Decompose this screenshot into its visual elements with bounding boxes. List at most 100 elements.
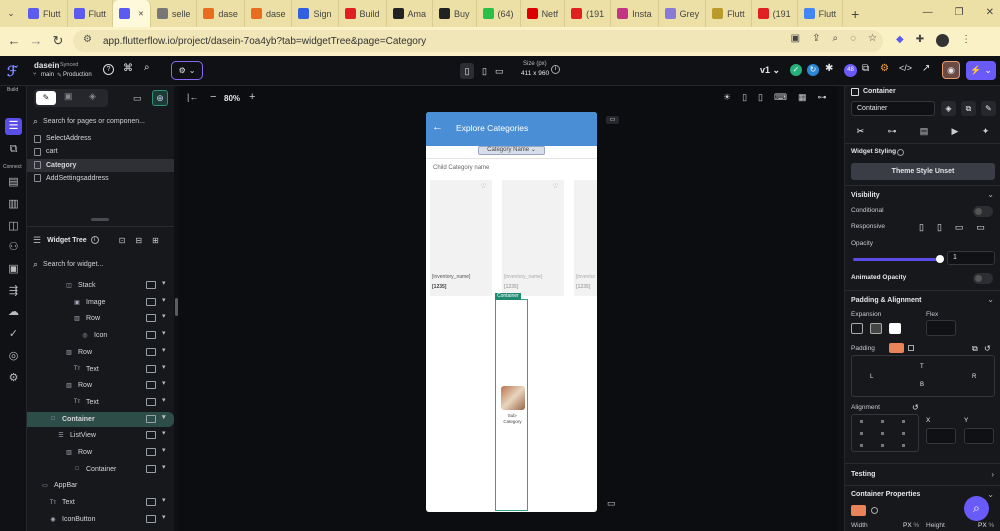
zoom-icon[interactable]: ⌕ (832, 33, 838, 44)
command-icon[interactable]: ⌘ (123, 63, 133, 74)
page-item[interactable]: SelectAddress (27, 132, 174, 145)
close-window-icon[interactable]: ✕ (986, 7, 994, 18)
media-nav-icon[interactable]: ▣ (5, 261, 22, 278)
tree-item-chevron-icon[interactable]: ▾ (162, 396, 166, 404)
wrap-widget-icon[interactable] (146, 514, 156, 523)
container-properties-section[interactable]: Container Properties (851, 491, 920, 498)
add-page-icon[interactable]: ⊕ (152, 90, 168, 106)
tree-item-chevron-icon[interactable]: ▾ (162, 329, 166, 337)
layers-mode-icon[interactable]: ▣ (64, 91, 73, 102)
height-unit[interactable]: PX % (978, 522, 994, 529)
opacity-input[interactable]: 1 (947, 251, 995, 265)
container-mode-button[interactable] (851, 505, 866, 516)
new-folder-icon[interactable]: ▭ (133, 93, 142, 104)
tree-item-chevron-icon[interactable]: ▾ (162, 496, 166, 504)
app-state-nav-icon[interactable]: ◫ (5, 218, 22, 235)
tree-item[interactable]: □ Container ▾ (27, 411, 174, 427)
expansion-flexible-icon[interactable] (870, 323, 882, 334)
open-external-icon[interactable]: ↗ (922, 63, 930, 74)
logic-nav-icon[interactable]: ⇶ (5, 283, 22, 300)
zoom-out-icon[interactable]: − (210, 91, 216, 103)
canvas-bottom-icon[interactable]: ▭ (607, 498, 616, 509)
device-frame-icon[interactable]: ▯ (742, 92, 747, 103)
browser-tab[interactable]: Build (339, 0, 387, 27)
size-info-icon[interactable]: i (551, 65, 560, 74)
desktop-device-icon[interactable]: ▭ (495, 66, 504, 77)
backend-tab-icon[interactable]: ▤ (920, 126, 929, 137)
padding-left-label[interactable]: L (870, 374, 873, 380)
tree-item[interactable]: ▥ Row ▾ (27, 345, 174, 360)
page-search[interactable]: ⌕ Search for pages or componen... (27, 113, 174, 129)
browser-tab[interactable]: (64) (477, 0, 521, 27)
new-tab-button[interactable]: + (843, 6, 867, 22)
inventory-card[interactable]: ♡ [inventory_name] [1235] (502, 180, 564, 296)
tests-nav-icon[interactable]: ✓ (5, 326, 22, 343)
database-nav-icon[interactable]: ▤ (5, 174, 22, 191)
browser-tab[interactable]: Buy (433, 0, 477, 27)
page-search-input[interactable]: Search for pages or componen... (43, 118, 145, 125)
users-badge[interactable]: 48 (844, 64, 857, 77)
widget-tree-nav-icon[interactable]: ☰ (5, 118, 22, 135)
copy-widget-icon[interactable]: ⧉ (961, 101, 976, 116)
page-item[interactable]: cart (27, 145, 174, 158)
wrap-widget-icon[interactable] (146, 498, 156, 507)
run-dropdown[interactable]: ⚡ ⌄ (966, 61, 996, 80)
padding-alignment-section[interactable]: Padding & Alignment (851, 297, 922, 304)
tree-item-chevron-icon[interactable]: ▾ (162, 429, 166, 437)
alignment-grid[interactable] (851, 414, 919, 452)
bookmark-star-icon[interactable]: ☆ (868, 33, 877, 44)
visibility-chevron-icon[interactable]: ⌄ (987, 190, 994, 199)
theme-style-button[interactable]: Theme Style Unset (851, 163, 995, 180)
wrap-widget-icon[interactable] (146, 314, 156, 323)
tree-item-chevron-icon[interactable]: ▾ (162, 312, 166, 320)
screenshot-icon[interactable]: ▣ (791, 33, 800, 44)
category-dropdown[interactable]: Category Name ⌄ (478, 146, 545, 155)
tools-dropdown[interactable]: ⚙ ⌄ (171, 61, 203, 80)
browser-tab[interactable]: Flutt (798, 0, 844, 27)
canvas-side-icon[interactable]: ▭ (606, 116, 619, 124)
browser-tab[interactable]: dase (245, 0, 293, 27)
tree-item[interactable]: ◉ IconButton ▾ (27, 512, 174, 527)
browser-tab[interactable]: dase (197, 0, 245, 27)
tree-item[interactable]: ▣ Image ▾ (27, 295, 174, 310)
tree-options-icon[interactable]: ⊞ (152, 236, 159, 245)
browser-tab[interactable]: Netf (521, 0, 566, 27)
tree-item[interactable]: ▥ Row ▾ (27, 311, 174, 326)
environment-name[interactable]: Production (63, 72, 92, 78)
container-mode-alt[interactable] (871, 507, 878, 514)
tablet-visible-icon[interactable]: ▯ (937, 222, 942, 233)
browser-tab[interactable]: Insta (611, 0, 659, 27)
cloud-nav-icon[interactable]: ☁ (5, 304, 22, 321)
wrap-widget-icon[interactable] (146, 448, 156, 456)
wrap-widget-icon[interactable] (146, 397, 156, 406)
tree-item-chevron-icon[interactable]: ▾ (162, 296, 166, 304)
tree-item[interactable]: ▥ Row ▾ (27, 378, 174, 393)
tree-item-chevron-icon[interactable]: ▾ (162, 513, 166, 521)
api-nav-icon[interactable]: ▥ (5, 196, 22, 213)
widget-search[interactable]: ⌕ Search for widget... (27, 257, 174, 271)
keyboard-icon[interactable]: ⌨ (774, 92, 787, 103)
favorite-heart-icon[interactable]: ♡ (553, 183, 558, 190)
expansion-expanded-icon[interactable] (889, 323, 901, 334)
padding-top-label[interactable]: T (920, 364, 924, 370)
align-y-input[interactable] (964, 428, 994, 444)
desktop-visible-icon[interactable]: ▭ (976, 222, 985, 233)
storyboard-mode-icon[interactable]: ◈ (89, 91, 96, 102)
settings-gear-icon[interactable]: ⚙ (880, 63, 889, 74)
browser-tab[interactable]: selle (151, 0, 198, 27)
tree-item-chevron-icon[interactable]: ▾ (162, 379, 166, 387)
flutterflow-logo-icon[interactable]: ℱ (7, 63, 18, 80)
wrap-widget-icon[interactable] (146, 281, 156, 289)
url-field[interactable]: ⚙ app.flutterflow.io/project/dasein-7oa4… (73, 30, 883, 52)
zoom-level[interactable]: 80% (224, 94, 240, 103)
copy-padding-icon[interactable]: ⧉ (972, 344, 978, 354)
support-chat-button[interactable]: ⌕ (964, 496, 989, 521)
page-item[interactable]: Category (27, 158, 174, 172)
back-icon[interactable]: ← (6, 33, 22, 49)
version-selector[interactable]: v1 ⌄ (760, 65, 780, 76)
help-icon[interactable]: ? (103, 64, 114, 75)
wrap-widget-icon[interactable] (146, 414, 156, 423)
wrap-widget-icon[interactable] (146, 464, 156, 473)
tree-item[interactable]: Tт Text ▾ (27, 395, 174, 410)
reload-icon[interactable]: ↻ (50, 33, 66, 49)
